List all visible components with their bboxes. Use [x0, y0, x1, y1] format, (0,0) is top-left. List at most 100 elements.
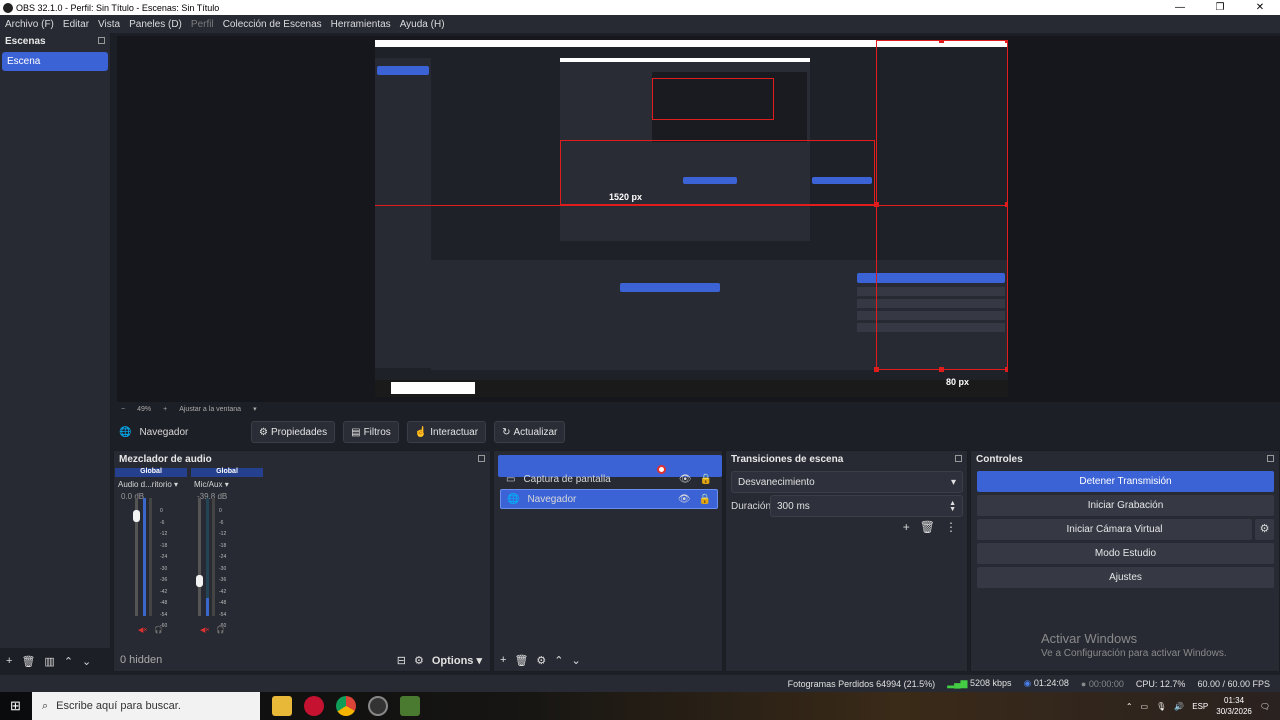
chevron-up-icon[interactable]: ⌃ [1126, 702, 1133, 711]
virtual-camera-settings-icon[interactable]: ⚙ [1255, 519, 1274, 540]
microphone-icon[interactable]: 🎙 [1156, 702, 1166, 711]
eye-icon[interactable]: 👁 [679, 474, 692, 485]
virtual-camera-button[interactable]: Iniciar Cámara Virtual [977, 519, 1252, 540]
more-icon[interactable]: ⋮ [945, 520, 957, 534]
close-button[interactable]: ✕ [1240, 0, 1280, 15]
mute-icon[interactable]: ◀× [138, 626, 147, 634]
spin-arrows-icon[interactable]: ▲ ▼ [949, 500, 956, 513]
language-indicator[interactable]: ESP [1192, 702, 1208, 711]
controls-title: Controles [976, 454, 1023, 465]
menu-editar[interactable]: Editar [58, 19, 93, 30]
preview-canvas[interactable]: 1520 px 80 px [375, 40, 1008, 397]
file-explorer-icon[interactable] [272, 696, 292, 716]
remove-transition-icon[interactable]: 🗑 [920, 520, 935, 534]
zoom-out-button[interactable]: − [121, 406, 125, 413]
windows-start-icon[interactable]: ⊞ [10, 698, 21, 714]
interact-button[interactable]: ☝ Interactuar [406, 421, 487, 443]
source-label: Captura de pantalla [523, 473, 611, 485]
duration-spinbox[interactable]: 300 ms ▲ ▼ [770, 495, 963, 517]
volume-knob-mic[interactable] [196, 574, 203, 587]
headphones-icon[interactable]: 🎧 [154, 626, 163, 634]
zoom-in-button[interactable]: + [163, 406, 167, 413]
volume-icon[interactable]: 🔊 [1174, 702, 1184, 711]
refresh-button[interactable]: ↻ Actualizar [494, 421, 566, 443]
menu-archivo[interactable]: Archivo (F) [0, 19, 58, 30]
lock-icon[interactable]: 🔒 [699, 494, 711, 505]
start-recording-button[interactable]: Iniciar Grabación [977, 495, 1274, 516]
stop-streaming-button[interactable]: Detener Transmisión [977, 471, 1274, 492]
selection-box[interactable] [876, 40, 1008, 370]
add-transition-icon[interactable]: + [903, 520, 910, 534]
mixer-header: Mezclador de audio [114, 451, 490, 469]
level-meter [149, 498, 152, 616]
pointer-icon: ☝ [414, 426, 428, 438]
scale-tick: -48 [160, 600, 168, 606]
scale-tick: -36 [160, 577, 168, 583]
channel-name[interactable]: Mic/Aux [194, 480, 222, 489]
menu-perfil[interactable]: Perfil [186, 19, 218, 30]
source-item-screen-capture[interactable]: ▭ Captura de pantalla 👁 🔒 [500, 470, 718, 488]
handle-left[interactable] [874, 202, 879, 207]
dropped-frames: Fotogramas Perdidos 64994 (21.5%) [787, 678, 936, 689]
handle-top[interactable] [939, 40, 944, 43]
network-icon[interactable]: ▭ [1141, 702, 1149, 711]
mute-icon[interactable]: ◀× [200, 626, 209, 634]
move-down-icon[interactable]: ⌄ [82, 655, 91, 668]
move-down-icon[interactable]: ⌄ [572, 654, 581, 667]
move-up-icon[interactable]: ⌃ [554, 654, 563, 667]
menu-vista[interactable]: Vista [93, 19, 124, 30]
notification-icon[interactable]: 🗨 [1260, 702, 1270, 711]
chevron-down-icon[interactable]: ▾ [225, 480, 229, 489]
taskbar-search[interactable]: ⌕ Escribe aquí para buscar. [32, 692, 260, 720]
minecraft-icon[interactable] [400, 696, 420, 716]
undock-icon[interactable] [98, 37, 105, 44]
headphones-icon[interactable]: 🎧 [216, 626, 225, 634]
move-up-icon[interactable]: ⌃ [64, 655, 73, 668]
obs-taskbar-icon[interactable] [368, 696, 388, 716]
chevron-down-icon[interactable]: ▾ [253, 405, 257, 413]
handle-top-right[interactable] [1005, 40, 1008, 43]
menu-coleccion[interactable]: Colección de Escenas [218, 19, 326, 30]
add-source-icon[interactable]: + [500, 654, 506, 666]
transition-select[interactable]: Desvanecimiento ▾ [731, 471, 963, 493]
handle-bottom[interactable] [939, 367, 944, 372]
channel-scope: Global [191, 468, 263, 477]
eye-icon[interactable]: 👁 [678, 494, 691, 505]
layout-icon[interactable]: ⊟ [397, 654, 406, 667]
remove-source-icon[interactable]: 🗑 [514, 654, 528, 667]
undock-icon[interactable] [1267, 455, 1274, 462]
undock-icon[interactable] [955, 455, 962, 462]
scene-filter-icon[interactable]: ▥ [44, 655, 54, 668]
volume-knob-desktop[interactable] [133, 509, 140, 522]
add-scene-icon[interactable]: + [6, 655, 12, 667]
chevron-down-icon[interactable]: ▾ [174, 480, 178, 489]
volume-slider-mic[interactable] [198, 498, 201, 616]
scene-item[interactable]: Escena [2, 52, 108, 71]
properties-button[interactable]: ⚙ Propiedades [251, 421, 336, 443]
studio-mode-button[interactable]: Modo Estudio [977, 543, 1274, 564]
chrome-icon[interactable] [336, 696, 356, 716]
handle-right[interactable] [1005, 202, 1008, 207]
options-button[interactable]: Options ▾ [432, 654, 482, 667]
settings-button[interactable]: Ajustes [977, 567, 1274, 588]
remove-scene-icon[interactable]: 🗑 [21, 655, 35, 668]
clock-time: 01:34 [1224, 696, 1245, 705]
undock-icon[interactable] [478, 455, 485, 462]
menu-paneles[interactable]: Paneles (D) [124, 19, 186, 30]
lock-icon[interactable]: 🔒 [700, 474, 712, 485]
handle-bottom-left[interactable] [874, 367, 879, 372]
menu-herramientas[interactable]: Herramientas [326, 19, 395, 30]
menu-ayuda[interactable]: Ayuda (H) [395, 19, 449, 30]
scale-tick: -36 [219, 577, 227, 583]
clock[interactable]: 01:34 30/3/2026 [1216, 695, 1252, 717]
filters-button[interactable]: ▤ Filtros [343, 421, 399, 443]
source-item-browser[interactable]: 🌐 Navegador 👁 🔒 [500, 489, 718, 509]
minimize-button[interactable]: — [1160, 0, 1200, 15]
channel-name[interactable]: Audio d...ritorio [118, 480, 172, 489]
maximize-button[interactable]: ❐ [1200, 0, 1240, 15]
mixer-settings-icon[interactable]: ⚙ [414, 654, 424, 667]
opera-icon[interactable] [304, 696, 324, 716]
source-settings-icon[interactable]: ⚙ [536, 654, 546, 667]
fit-dropdown[interactable]: Ajustar a la ventana [179, 406, 241, 413]
handle-bottom-right[interactable] [1005, 367, 1008, 372]
